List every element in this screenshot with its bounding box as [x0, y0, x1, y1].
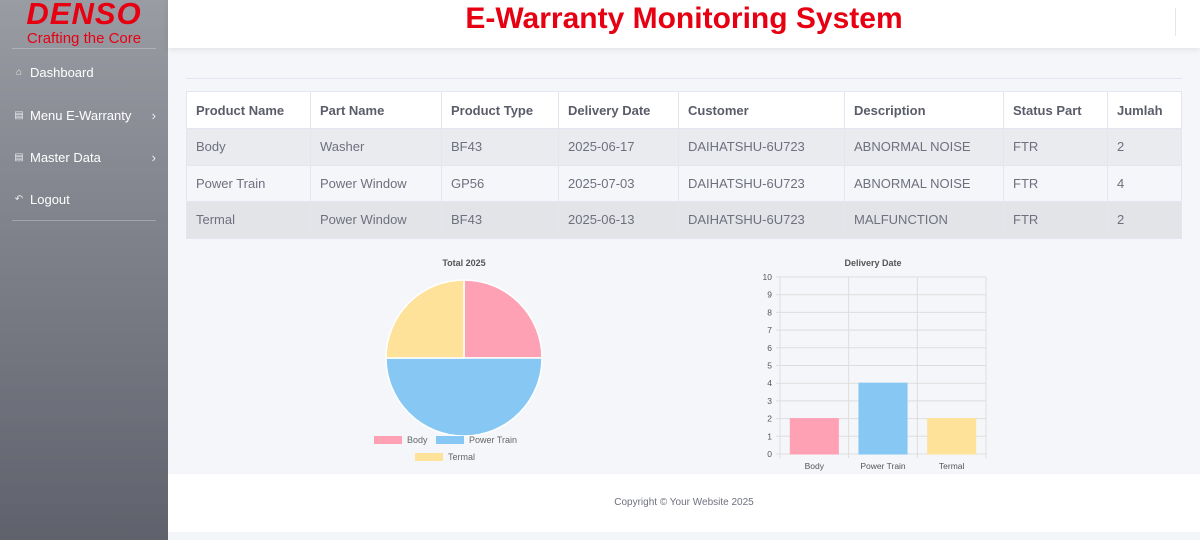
- table-cell: BF43: [441, 201, 559, 239]
- column-header[interactable]: Delivery Date: [558, 91, 679, 129]
- y-tick-label: 8: [767, 307, 772, 317]
- bar-body[interactable]: [789, 418, 839, 455]
- bar-termal[interactable]: [927, 418, 977, 455]
- pie-slice-termal[interactable]: [385, 279, 465, 359]
- legend-label[interactable]: Termal: [448, 452, 475, 462]
- table-cell: 2025-07-03: [558, 164, 679, 202]
- sidebar-item-label: Master Data: [30, 149, 101, 165]
- table-cell: 2025-06-13: [558, 201, 679, 239]
- legend-swatch: [436, 436, 464, 444]
- topbar-divider: [1175, 8, 1176, 36]
- table-cell: Power Window: [310, 164, 442, 202]
- pie-chart: Total 2025 Body Power Train Termal: [374, 258, 543, 462]
- y-tick-label: 10: [763, 272, 773, 282]
- table-cell: FTR: [1003, 164, 1108, 202]
- table-cell: Body: [186, 128, 311, 166]
- table-cell: BF43: [441, 128, 559, 166]
- y-tick-label: 2: [767, 414, 772, 424]
- sidebar-item-label: Logout: [30, 191, 70, 207]
- y-tick-label: 0: [767, 449, 772, 459]
- column-header[interactable]: Status Part: [1003, 91, 1108, 129]
- sidebar-item-dashboard[interactable]: ⌂ Dashboard: [0, 51, 168, 93]
- y-tick-label: 3: [767, 396, 772, 406]
- table-cell: ABNORMAL NOISE: [844, 128, 1004, 166]
- sidebar-nav: ⌂ Dashboard ▤ Menu E-Warranty › ▤ Master…: [0, 49, 168, 221]
- table-cell: DAIHATSHU-6U723: [678, 128, 845, 166]
- table-cell: GP56: [441, 164, 559, 202]
- column-header[interactable]: Part Name: [310, 91, 442, 129]
- legend-swatch: [415, 453, 443, 461]
- x-tick-label: Power Train: [860, 461, 906, 471]
- table-cell: ABNORMAL NOISE: [844, 164, 1004, 202]
- content-divider: [186, 78, 1182, 79]
- column-header[interactable]: Description: [844, 91, 1004, 129]
- denso-logo: DENSO: [26, 0, 142, 31]
- y-tick-label: 7: [767, 325, 772, 335]
- brand[interactable]: DENSO Crafting the Core: [12, 0, 156, 49]
- x-tick-label: Termal: [939, 461, 965, 471]
- x-tick-label: Body: [805, 461, 825, 471]
- main-content: Product Name Part Name Product Type Deli…: [168, 48, 1200, 474]
- table-cell: FTR: [1003, 201, 1108, 239]
- table-cell: 2025-06-17: [558, 128, 679, 166]
- chart-title: Delivery Date: [844, 258, 901, 268]
- table-row: Power Train Power Window GP56 2025-07-03…: [186, 164, 1182, 202]
- y-tick-label: 1: [767, 431, 772, 441]
- table-cell: DAIHATSHU-6U723: [678, 201, 845, 239]
- table-row: Termal Power Window BF43 2025-06-13 DAIH…: [186, 201, 1182, 239]
- page-title: E-Warranty Monitoring System: [465, 2, 903, 35]
- table-cell: DAIHATSHU-6U723: [678, 164, 845, 202]
- table-cell: Power Train: [186, 164, 311, 202]
- bar-chart: Delivery Date 0 1 2 3 4 5 6 7 8 9 10 Body Power Tra…: [763, 258, 987, 471]
- table-row: Body Washer BF43 2025-06-17 DAIHATSHU-6U…: [186, 128, 1182, 166]
- topbar: E-Warranty Monitoring System: [168, 0, 1200, 48]
- y-tick-label: 4: [767, 378, 772, 388]
- column-header[interactable]: Product Name: [186, 91, 311, 129]
- table-cell: Power Window: [310, 201, 442, 239]
- copyright-text: Copyright © Your Website 2025: [614, 497, 754, 508]
- sidebar: DENSO Crafting the Core ⌂ Dashboard ▤ Me…: [0, 0, 168, 540]
- table-icon: ▤: [14, 109, 24, 121]
- footer: Copyright © Your Website 2025: [168, 474, 1200, 532]
- chevron-right-icon: ›: [151, 107, 156, 123]
- column-header[interactable]: Product Type: [441, 91, 559, 129]
- home-icon: ⌂: [15, 66, 23, 78]
- table-cell: 2: [1107, 128, 1182, 166]
- y-tick-label: 9: [767, 290, 772, 300]
- legend-label[interactable]: Power Train: [469, 435, 517, 445]
- reply-icon: ↶: [14, 193, 24, 205]
- pie-slice-body[interactable]: [463, 279, 543, 359]
- pie-slice-power-train[interactable]: [385, 357, 543, 437]
- warranty-table: Product Name Part Name Product Type Deli…: [186, 91, 1182, 239]
- y-tick-label: 5: [767, 361, 772, 371]
- table-icon: ▤: [14, 151, 24, 163]
- legend-label[interactable]: Body: [407, 435, 428, 445]
- table-cell: 4: [1107, 164, 1182, 202]
- sidebar-item-label: Dashboard: [30, 64, 94, 80]
- sidebar-item-label: Menu E-Warranty: [30, 107, 132, 123]
- table-cell: MALFUNCTION: [844, 201, 1004, 239]
- column-header[interactable]: Jumlah: [1107, 91, 1182, 129]
- chevron-right-icon: ›: [151, 149, 156, 165]
- bar-power-train[interactable]: [858, 382, 908, 455]
- chart-title: Total 2025: [442, 258, 485, 268]
- table-cell: Termal: [186, 201, 311, 239]
- table-cell: 2: [1107, 201, 1182, 239]
- brand-tagline: Crafting the Core: [26, 30, 142, 47]
- table-cell: Washer: [310, 128, 442, 166]
- table-cell: FTR: [1003, 128, 1108, 166]
- column-header[interactable]: Customer: [678, 91, 845, 129]
- legend-swatch: [374, 436, 402, 444]
- sidebar-item-menu-e-warranty[interactable]: ▤ Menu E-Warranty ›: [0, 94, 168, 136]
- sidebar-item-master-data[interactable]: ▤ Master Data ›: [0, 136, 168, 178]
- y-tick-label: 6: [767, 343, 772, 353]
- sidebar-item-logout[interactable]: ↶ Logout: [0, 178, 168, 220]
- table-header-row: Product Name Part Name Product Type Deli…: [186, 91, 1182, 129]
- sidebar-divider: [12, 220, 156, 221]
